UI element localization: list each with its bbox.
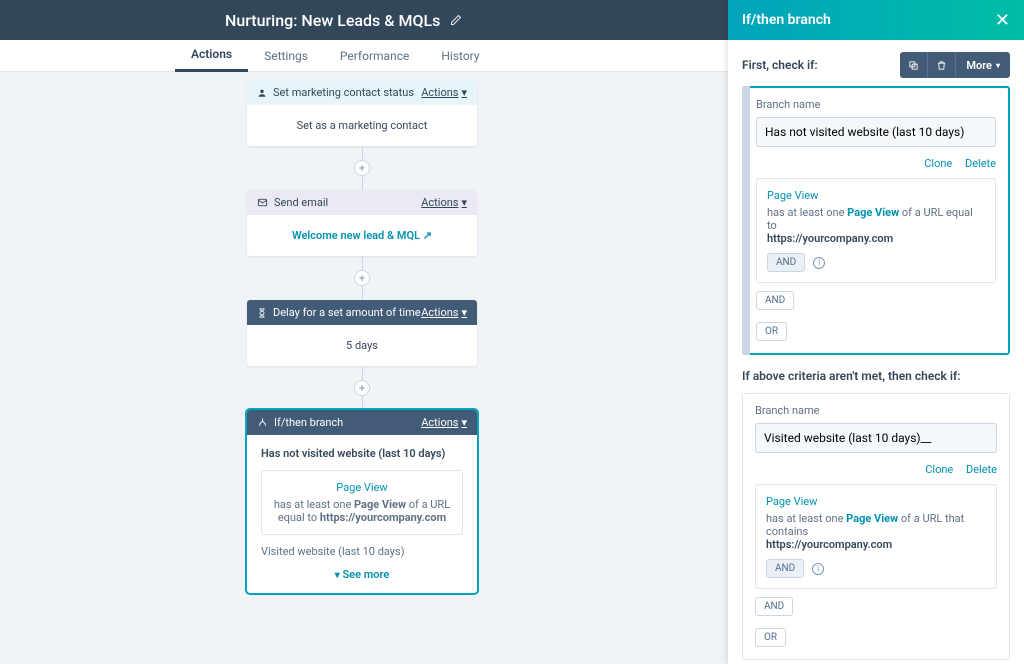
or-chip[interactable]: OR [756, 322, 787, 341]
card-body: 5 days [247, 325, 477, 366]
branch-name: Visited website (last 10 days) [261, 545, 463, 558]
branch-name-input[interactable] [756, 117, 996, 147]
see-more-link[interactable]: ▾ See more [261, 568, 463, 581]
delete-link[interactable]: Delete [965, 157, 996, 170]
delete-link[interactable]: Delete [966, 463, 997, 476]
card-actions-dropdown[interactable]: Actions▾ [421, 196, 467, 209]
and-chip[interactable]: AND [767, 253, 805, 272]
section-label: If above criteria aren't met, then check… [742, 369, 1010, 383]
card-title: Delay for a set amount of time [273, 306, 421, 319]
card-actions-dropdown[interactable]: Actions▾ [421, 86, 467, 99]
section-label: First, check if: [742, 58, 818, 72]
copy-icon[interactable] [900, 52, 928, 78]
card-title: Send email [274, 196, 328, 209]
action-card-status[interactable]: Set marketing contact status Actions▾ Se… [247, 80, 477, 146]
branch-icon [257, 417, 268, 428]
add-step-button[interactable]: + [354, 380, 370, 396]
mail-icon [257, 197, 268, 208]
branch-name: Has not visited website (last 10 days) [261, 447, 463, 460]
info-icon[interactable]: i [813, 257, 825, 269]
card-body: Set as a marketing contact [247, 105, 477, 146]
more-dropdown[interactable]: More▾ [956, 52, 1010, 78]
edit-title-icon[interactable] [450, 14, 462, 26]
tab-actions[interactable]: Actions [175, 40, 248, 72]
panel-title: If/then branch [742, 12, 831, 28]
and-chip[interactable]: AND [755, 597, 793, 616]
filter-summary: Page View has at least one Page View of … [261, 470, 463, 535]
field-label: Branch name [755, 404, 997, 417]
branch-name-input[interactable] [755, 423, 997, 453]
branch-editor-card: Branch name Clone Delete Page View has a… [742, 393, 1010, 660]
tab-settings[interactable]: Settings [248, 40, 324, 72]
filter-type: Page View [767, 189, 985, 202]
workflow-title: Nurturing: New Leads & MQLs [225, 11, 440, 30]
info-icon[interactable]: i [812, 563, 824, 575]
add-step-button[interactable]: + [354, 160, 370, 176]
trash-icon[interactable] [928, 52, 956, 78]
drag-handle[interactable] [742, 86, 750, 355]
and-chip[interactable]: AND [766, 559, 804, 578]
criteria-box[interactable]: Page View has at least one Page View of … [755, 484, 997, 589]
tab-performance[interactable]: Performance [324, 40, 425, 72]
and-chip[interactable]: AND [756, 291, 794, 310]
card-actions-dropdown[interactable]: Actions▾ [421, 416, 467, 429]
criteria-box[interactable]: Page View has at least one Page View of … [756, 178, 996, 283]
email-link[interactable]: Welcome new lead & MQL ↗ [292, 229, 432, 242]
filter-type: Page View [766, 495, 986, 508]
add-step-button[interactable]: + [354, 270, 370, 286]
card-title: If/then branch [274, 416, 343, 429]
panel-toolbar: More▾ [900, 52, 1010, 78]
or-chip[interactable]: OR [755, 628, 786, 647]
hourglass-icon [257, 308, 267, 318]
clone-link[interactable]: Clone [924, 157, 952, 170]
side-panel: If/then branch ✕ First, check if: More▾ … [728, 0, 1024, 664]
action-card-delay[interactable]: Delay for a set amount of time Actions▾ … [247, 300, 477, 366]
panel-header: If/then branch ✕ [728, 0, 1024, 40]
action-card-email[interactable]: Send email Actions▾ Welcome new lead & M… [247, 190, 477, 256]
external-link-icon: ↗ [423, 229, 432, 242]
action-card-branch[interactable]: If/then branch Actions▾ Has not visited … [247, 410, 477, 593]
workflow-canvas: Set marketing contact status Actions▾ Se… [0, 72, 724, 664]
card-title: Set marketing contact status [273, 86, 414, 99]
card-actions-dropdown[interactable]: Actions▾ [421, 306, 467, 319]
tab-history[interactable]: History [425, 40, 495, 72]
field-label: Branch name [756, 98, 996, 111]
branch-editor-card: Branch name Clone Delete Page View has a… [742, 86, 1010, 355]
close-icon[interactable]: ✕ [995, 10, 1010, 31]
clone-link[interactable]: Clone [925, 463, 953, 476]
user-icon [257, 88, 267, 98]
